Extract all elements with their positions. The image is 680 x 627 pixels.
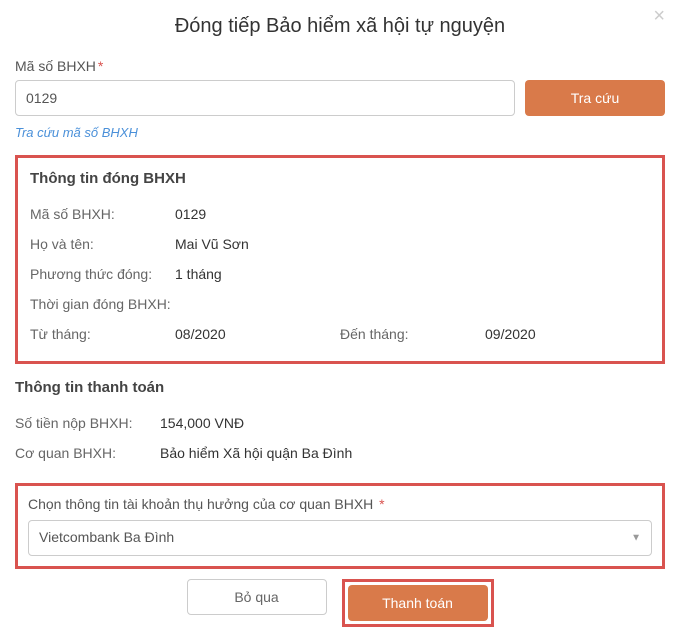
co-quan-value: Bảo hiểm Xã hội quận Ba Đình: [160, 445, 352, 461]
cancel-button[interactable]: Bỏ qua: [187, 579, 327, 615]
lookup-code-link[interactable]: Tra cứu mã số BHXH: [15, 125, 138, 140]
pay-button-highlight: Thanh toán: [342, 579, 494, 627]
ma-so-label: Mã số BHXH:: [30, 206, 175, 222]
account-select[interactable]: Vietcombank Ba Đình ▼: [28, 520, 652, 556]
den-thang-value: 09/2020: [485, 326, 536, 342]
ho-ten-label: Họ và tên:: [30, 236, 175, 252]
info-section: Thông tin đóng BHXH Mã số BHXH: 0129 Họ …: [15, 155, 665, 364]
ho-ten-value: Mai Vũ Sơn: [175, 236, 249, 252]
tu-thang-label: Từ tháng:: [30, 326, 175, 342]
account-section: Chọn thông tin tài khoản thụ hưởng của c…: [15, 483, 665, 569]
lookup-button[interactable]: Tra cứu: [525, 80, 665, 116]
page-title: Đóng tiếp Bảo hiểm xã hội tự nguyện: [15, 15, 665, 38]
bhxh-code-label: Mã số BHXH*: [15, 58, 665, 74]
info-title: Thông tin đóng BHXH: [30, 170, 650, 187]
co-quan-label: Cơ quan BHXH:: [15, 445, 160, 461]
so-tien-label: Số tiền nộp BHXH:: [15, 415, 160, 431]
den-thang-label: Đến tháng:: [340, 326, 485, 342]
so-tien-value: 154,000 VNĐ: [160, 415, 244, 431]
ma-so-value: 0129: [175, 206, 206, 222]
payment-title: Thông tin thanh toán: [15, 379, 665, 396]
close-icon[interactable]: ×: [653, 5, 665, 28]
phuong-thuc-value: 1 tháng: [175, 266, 222, 282]
pay-button[interactable]: Thanh toán: [348, 585, 488, 621]
account-selected-value: Vietcombank Ba Đình: [39, 529, 174, 545]
bhxh-code-input[interactable]: [15, 80, 515, 116]
thoi-gian-label: Thời gian đóng BHXH:: [30, 296, 175, 312]
phuong-thuc-label: Phương thức đóng:: [30, 266, 175, 282]
account-label: Chọn thông tin tài khoản thụ hưởng của c…: [28, 496, 652, 512]
chevron-down-icon: ▼: [631, 533, 641, 544]
payment-section: Thông tin thanh toán Số tiền nộp BHXH: 1…: [15, 379, 665, 468]
tu-thang-value: 08/2020: [175, 326, 226, 342]
